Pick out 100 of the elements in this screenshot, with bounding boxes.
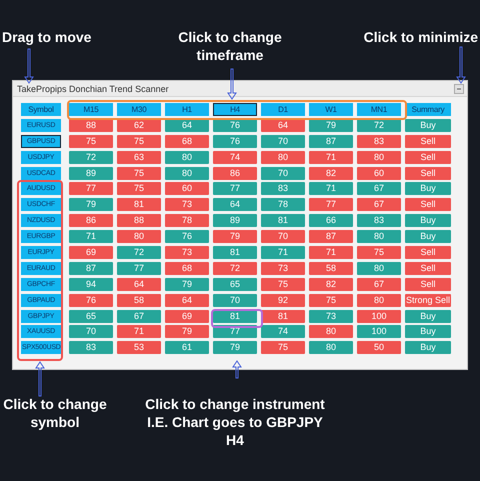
score-cell[interactable]: 71 <box>309 246 353 260</box>
score-cell[interactable]: 71 <box>117 325 161 338</box>
minimize-button[interactable] <box>454 84 464 94</box>
timeframe-tab[interactable]: MN1 <box>357 103 401 116</box>
score-cell[interactable]: 58 <box>117 294 161 307</box>
score-cell[interactable]: 73 <box>309 310 353 323</box>
score-cell[interactable]: 72 <box>117 246 161 260</box>
score-cell[interactable]: 65 <box>213 278 257 291</box>
column-header[interactable]: Symbol <box>21 103 61 116</box>
score-cell[interactable]: 75 <box>261 278 305 291</box>
score-cell[interactable]: 77 <box>117 262 161 275</box>
score-cell[interactable]: 60 <box>165 182 209 196</box>
score-cell[interactable]: 83 <box>357 134 401 148</box>
score-cell[interactable]: 64 <box>165 294 209 307</box>
score-cell[interactable]: 71 <box>261 246 305 260</box>
score-cell[interactable]: 70 <box>213 294 257 307</box>
score-cell[interactable]: 69 <box>69 246 113 260</box>
score-cell[interactable]: 76 <box>165 230 209 244</box>
score-cell[interactable]: 71 <box>309 182 353 196</box>
score-cell[interactable]: 66 <box>309 214 353 228</box>
score-cell[interactable]: 82 <box>309 278 353 291</box>
timeframe-tab[interactable]: D1 <box>261 103 305 116</box>
timeframe-tab[interactable]: M30 <box>117 103 161 116</box>
score-cell[interactable]: 88 <box>117 214 161 228</box>
timeframe-tab[interactable]: W1 <box>309 103 353 116</box>
score-cell[interactable]: 72 <box>69 150 113 164</box>
score-cell[interactable]: 75 <box>117 182 161 196</box>
score-cell[interactable]: 100 <box>357 325 401 338</box>
timeframe-tab[interactable]: H1 <box>165 103 209 116</box>
score-cell[interactable]: 80 <box>357 262 401 275</box>
score-cell[interactable]: 82 <box>309 166 353 180</box>
score-cell[interactable]: 79 <box>213 230 257 244</box>
score-cell[interactable]: 73 <box>261 262 305 275</box>
score-cell[interactable]: 70 <box>69 325 113 338</box>
score-cell[interactable]: 83 <box>357 214 401 228</box>
score-cell[interactable]: 77 <box>309 198 353 212</box>
score-cell[interactable]: 89 <box>213 214 257 228</box>
score-cell[interactable]: 80 <box>357 230 401 244</box>
score-cell[interactable]: 64 <box>213 198 257 212</box>
score-cell[interactable]: 80 <box>261 150 305 164</box>
score-cell[interactable]: 50 <box>357 341 401 354</box>
score-cell[interactable]: 80 <box>357 294 401 307</box>
timeframe-tab[interactable]: M15 <box>69 103 113 116</box>
score-cell[interactable]: 80 <box>357 150 401 164</box>
score-cell[interactable]: 70 <box>261 166 305 180</box>
score-cell[interactable]: 81 <box>261 310 305 323</box>
score-cell[interactable]: 73 <box>165 198 209 212</box>
score-cell[interactable]: 86 <box>213 166 257 180</box>
column-header[interactable]: Summary <box>405 103 451 116</box>
score-cell[interactable]: 80 <box>309 341 353 354</box>
score-cell[interactable]: 81 <box>261 214 305 228</box>
score-cell[interactable]: 78 <box>261 198 305 212</box>
score-cell[interactable]: 75 <box>357 246 401 260</box>
score-cell[interactable]: 73 <box>165 246 209 260</box>
score-cell[interactable]: 75 <box>69 134 113 148</box>
score-cell[interactable]: 87 <box>309 230 353 244</box>
score-cell[interactable]: 69 <box>165 310 209 323</box>
score-cell[interactable]: 70 <box>261 134 305 148</box>
score-cell[interactable]: 70 <box>261 230 305 244</box>
score-cell[interactable]: 80 <box>165 150 209 164</box>
score-cell[interactable]: 68 <box>165 134 209 148</box>
score-cell[interactable]: 72 <box>213 262 257 275</box>
score-cell[interactable]: 92 <box>261 294 305 307</box>
score-cell[interactable]: 83 <box>261 182 305 196</box>
score-cell[interactable]: 67 <box>357 198 401 212</box>
score-cell[interactable]: 71 <box>309 150 353 164</box>
score-cell[interactable]: 87 <box>309 134 353 148</box>
score-cell[interactable]: 67 <box>357 278 401 291</box>
score-cell[interactable]: 74 <box>261 325 305 338</box>
score-cell[interactable]: 76 <box>69 294 113 307</box>
score-cell[interactable]: 68 <box>165 262 209 275</box>
timeframe-tab[interactable]: H4 <box>213 103 257 116</box>
score-cell[interactable]: 80 <box>117 230 161 244</box>
score-cell[interactable]: 65 <box>69 310 113 323</box>
score-cell[interactable]: 76 <box>213 134 257 148</box>
score-cell[interactable]: 64 <box>117 278 161 291</box>
score-cell[interactable]: 67 <box>117 310 161 323</box>
score-cell[interactable]: 60 <box>357 166 401 180</box>
score-cell[interactable]: 63 <box>117 150 161 164</box>
score-cell[interactable]: 79 <box>213 341 257 354</box>
score-cell[interactable]: 81 <box>117 198 161 212</box>
score-cell[interactable]: 53 <box>117 341 161 354</box>
score-cell[interactable]: 61 <box>165 341 209 354</box>
score-cell[interactable]: 77 <box>69 182 113 196</box>
score-cell[interactable]: 75 <box>261 341 305 354</box>
score-cell[interactable]: 75 <box>309 294 353 307</box>
score-cell[interactable]: 75 <box>117 134 161 148</box>
score-cell[interactable]: 81 <box>213 246 257 260</box>
score-cell[interactable]: 79 <box>69 198 113 212</box>
score-cell[interactable]: 94 <box>69 278 113 291</box>
score-cell[interactable]: 89 <box>69 166 113 180</box>
score-cell[interactable]: 79 <box>165 325 209 338</box>
score-cell[interactable]: 83 <box>69 341 113 354</box>
score-cell[interactable]: 87 <box>69 262 113 275</box>
score-cell[interactable]: 100 <box>357 310 401 323</box>
score-cell[interactable]: 77 <box>213 182 257 196</box>
score-cell[interactable]: 80 <box>165 166 209 180</box>
score-cell[interactable]: 71 <box>69 230 113 244</box>
score-cell[interactable]: 79 <box>165 278 209 291</box>
score-cell[interactable]: 58 <box>309 262 353 275</box>
